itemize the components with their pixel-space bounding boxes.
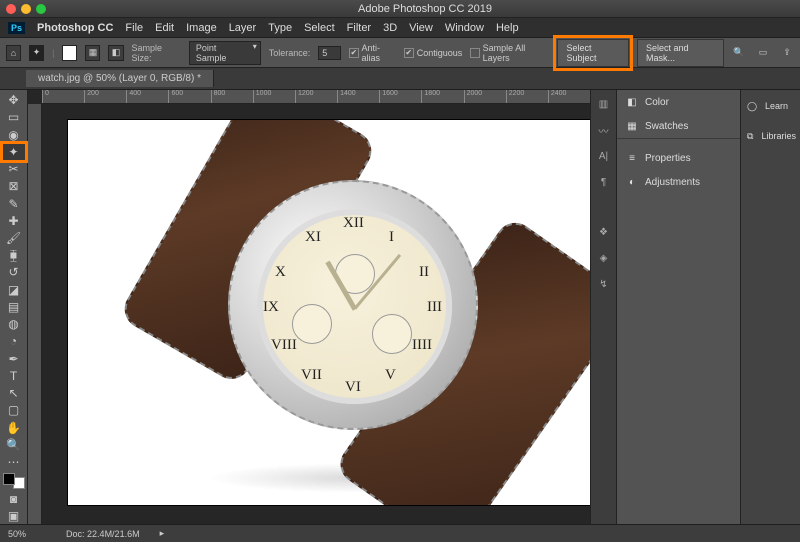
learn-panel-tab[interactable]: ◯Learn xyxy=(741,94,800,118)
hand-tool[interactable]: ✋ xyxy=(3,419,25,435)
option-icon-2[interactable]: ◧ xyxy=(108,45,123,61)
anti-alias-checkbox[interactable]: ✔Anti-alias xyxy=(349,43,396,63)
move-tool[interactable]: ✥ xyxy=(3,92,25,108)
character-panel-icon[interactable]: A| xyxy=(596,148,612,164)
tool-preset-icon[interactable]: ✦ xyxy=(29,45,44,61)
type-tool[interactable]: T xyxy=(3,368,25,384)
color-panel-tab[interactable]: ◧Color xyxy=(617,90,740,114)
channels-panel-icon[interactable]: ◈ xyxy=(596,250,612,266)
menu-edit[interactable]: Edit xyxy=(155,22,174,34)
adjustments-icon: ◐ xyxy=(625,175,639,189)
healing-tool[interactable]: ✚ xyxy=(3,213,25,229)
marquee-tool[interactable]: ▭ xyxy=(3,109,25,125)
crop-tool[interactable]: ✂ xyxy=(3,161,25,177)
eyedropper-tool[interactable]: ✎ xyxy=(3,195,25,211)
stamp-tool[interactable]: ⧯ xyxy=(3,247,25,263)
paragraph-panel-icon[interactable]: ¶ xyxy=(596,174,612,190)
brush-panel-icon[interactable]: 〰 xyxy=(596,122,612,138)
history-panel-icon[interactable]: ▥ xyxy=(596,96,612,112)
sample-size-dropdown[interactable]: Point Sample xyxy=(189,41,261,65)
menu-select[interactable]: Select xyxy=(304,22,335,34)
tolerance-label: Tolerance: xyxy=(269,48,311,58)
dodge-tool[interactable]: ◔ xyxy=(3,333,25,349)
home-icon[interactable]: ⌂ xyxy=(6,45,21,61)
menu-file[interactable]: File xyxy=(125,22,143,34)
gradient-tool[interactable]: ▤ xyxy=(3,299,25,315)
menu-image[interactable]: Image xyxy=(186,22,217,34)
zoom-level[interactable]: 50% xyxy=(8,529,26,539)
paths-panel-icon[interactable]: ↯ xyxy=(596,276,612,292)
canvas-area: 0200400600800100012001400160018002000220… xyxy=(28,90,590,524)
properties-icon: ≡ xyxy=(625,151,639,165)
menu-window[interactable]: Window xyxy=(445,22,484,34)
tool-palette: ✥ ▭ ◉ ✦ ✂ ⊠ ✎ ✚ 🖌 ⧯ ↺ ◪ ▤ ◍ ◔ ✒ T ↖ ▢ ✋ … xyxy=(0,90,28,524)
edit-toolbar[interactable]: ⋯ xyxy=(3,454,25,470)
search-icon[interactable]: 🔍 xyxy=(732,46,746,60)
menu-layer[interactable]: Layer xyxy=(229,22,257,34)
menu-help[interactable]: Help xyxy=(496,22,519,34)
share-icon[interactable]: ⇪ xyxy=(780,46,794,60)
frame-tool[interactable]: ⊠ xyxy=(3,178,25,194)
pen-tool[interactable]: ✒ xyxy=(3,351,25,367)
select-subject-button[interactable]: Select Subject xyxy=(557,39,629,67)
color-icon: ◧ xyxy=(625,95,639,109)
swatches-icon: ▦ xyxy=(625,119,639,133)
select-and-mask-button[interactable]: Select and Mask... xyxy=(637,39,724,67)
workspace-icon[interactable]: ▭ xyxy=(756,46,770,60)
document-tab-bar: watch.jpg @ 50% (Layer 0, RGB/8) * xyxy=(0,68,800,90)
right-panels-secondary: ◯Learn ⧉Libraries xyxy=(740,90,800,524)
window-title: Adobe Photoshop CC 2019 xyxy=(56,3,794,15)
libraries-icon: ⧉ xyxy=(745,129,755,143)
watch-image: XII I II III IIII V VI VII VIII IX X XI xyxy=(68,120,590,505)
menu-bar: Ps Photoshop CC File Edit Image Layer Ty… xyxy=(0,18,800,38)
sample-size-label: Sample Size: xyxy=(132,43,181,63)
horizontal-ruler: 0200400600800100012001400160018002000220… xyxy=(42,90,590,104)
tolerance-input[interactable]: 5 xyxy=(318,46,341,60)
window-controls xyxy=(6,4,46,14)
minimize-icon[interactable] xyxy=(21,4,31,14)
ps-icon: Ps xyxy=(8,22,25,34)
document-tab[interactable]: watch.jpg @ 50% (Layer 0, RGB/8) * xyxy=(26,70,214,87)
blur-tool[interactable]: ◍ xyxy=(3,316,25,332)
app-label: Photoshop CC xyxy=(37,22,113,34)
right-panels: ◧Color ▦Swatches ≡Properties ◐Adjustment… xyxy=(616,90,740,524)
zoom-icon[interactable] xyxy=(36,4,46,14)
shape-tool[interactable]: ▢ xyxy=(3,402,25,418)
brush-tool[interactable]: 🖌 xyxy=(3,230,25,246)
document-canvas[interactable]: XII I II III IIII V VI VII VIII IX X XI xyxy=(68,120,590,505)
history-brush-tool[interactable]: ↺ xyxy=(3,264,25,280)
menu-type[interactable]: Type xyxy=(268,22,292,34)
collapsed-panel-strip: ▥ 〰 A| ¶ ❖ ◈ ↯ xyxy=(590,90,616,524)
learn-icon: ◯ xyxy=(745,99,759,113)
options-bar: ⌂ ✦ | ▦ ◧ Sample Size: Point Sample Tole… xyxy=(0,38,800,68)
status-chevron-icon[interactable]: ▸ xyxy=(160,528,165,539)
zoom-tool[interactable]: 🔍 xyxy=(3,437,25,453)
magic-wand-tool[interactable]: ✦ xyxy=(3,144,25,160)
path-tool[interactable]: ↖ xyxy=(3,385,25,401)
sample-all-layers-checkbox[interactable]: Sample All Layers xyxy=(470,43,549,63)
properties-panel-tab[interactable]: ≡Properties xyxy=(617,146,740,170)
screenmode-toggle[interactable]: ▣ xyxy=(3,508,25,524)
vertical-ruler xyxy=(28,104,42,524)
window-titlebar: Adobe Photoshop CC 2019 xyxy=(0,0,800,18)
swatch-icon[interactable] xyxy=(62,45,77,61)
libraries-panel-tab[interactable]: ⧉Libraries xyxy=(741,124,800,148)
doc-size-label: Doc: 22.4M/21.6M xyxy=(66,529,140,539)
contiguous-checkbox[interactable]: ✔Contiguous xyxy=(404,48,463,58)
menu-view[interactable]: View xyxy=(409,22,433,34)
lasso-tool[interactable]: ◉ xyxy=(3,126,25,142)
layers-panel-icon[interactable]: ❖ xyxy=(596,224,612,240)
menu-filter[interactable]: Filter xyxy=(347,22,371,34)
close-icon[interactable] xyxy=(6,4,16,14)
status-bar: 50% Doc: 22.4M/21.6M ▸ xyxy=(0,524,800,542)
quickmask-toggle[interactable]: ◙ xyxy=(3,490,25,506)
option-icon-1[interactable]: ▦ xyxy=(85,45,100,61)
eraser-tool[interactable]: ◪ xyxy=(3,282,25,298)
foreground-background-swatch[interactable] xyxy=(3,473,25,489)
adjustments-panel-tab[interactable]: ◐Adjustments xyxy=(617,170,740,194)
swatches-panel-tab[interactable]: ▦Swatches xyxy=(617,114,740,138)
menu-3d[interactable]: 3D xyxy=(383,22,397,34)
